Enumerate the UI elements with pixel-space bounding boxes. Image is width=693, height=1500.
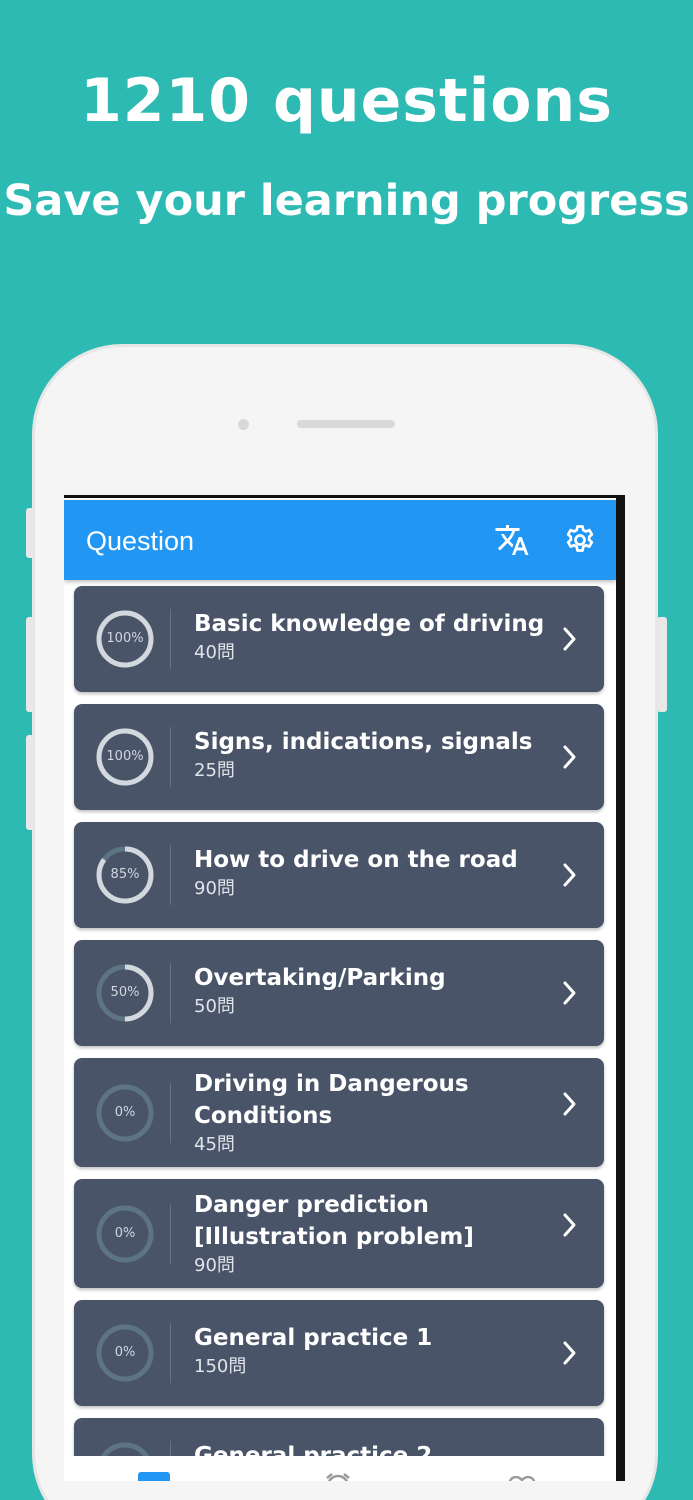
card-divider xyxy=(170,1083,171,1143)
list-icon[interactable] xyxy=(138,1472,170,1481)
progress-label: 100% xyxy=(106,631,144,646)
category-card[interactable]: 85% How to drive on the road 90問 xyxy=(74,822,604,928)
category-card[interactable]: 100% Basic knowledge of driving 40問 xyxy=(74,586,604,692)
progress-label: 0% xyxy=(114,1226,136,1241)
progress-label: 85% xyxy=(110,867,140,882)
gear-icon[interactable] xyxy=(562,522,598,558)
chevron-right-icon xyxy=(563,627,576,651)
bottom-navigation xyxy=(64,1456,616,1481)
chevron-right-icon xyxy=(563,863,576,887)
question-count: 90問 xyxy=(194,878,235,899)
category-title: How to drive on the road xyxy=(194,847,518,873)
promo-subline: Save your learning progress xyxy=(3,176,690,226)
phone-camera xyxy=(238,419,249,430)
app-bar-title: Question xyxy=(86,526,195,556)
category-card[interactable]: 0% Danger prediction [Illustration problem… xyxy=(74,1179,604,1288)
question-count: 50問 xyxy=(194,996,235,1017)
card-divider xyxy=(170,1323,171,1383)
progress-label: 0% xyxy=(114,1345,136,1360)
question-count: 40問 xyxy=(194,642,235,663)
category-card[interactable]: 50% Overtaking/Parking 50問 xyxy=(74,940,604,1046)
category-card[interactable]: 100% Signs, indications, signals 25問 xyxy=(74,704,604,810)
chevron-right-icon xyxy=(563,981,576,1005)
app-screen: Question 100% Basic knowledge of driving 4… xyxy=(64,495,625,1481)
card-divider xyxy=(170,727,171,787)
category-card[interactable]: 0% General practice 1 150問 xyxy=(74,1300,604,1406)
card-divider xyxy=(170,845,171,905)
category-title: [Illustration problem] xyxy=(194,1224,474,1250)
question-count: 90問 xyxy=(194,1255,235,1276)
alarm-icon[interactable] xyxy=(324,1472,352,1481)
phone-power-button xyxy=(657,617,667,712)
phone-speaker xyxy=(297,420,395,428)
promo-headline: 1210 questions xyxy=(80,66,613,136)
category-title: Danger prediction xyxy=(194,1192,429,1218)
question-count: 150問 xyxy=(194,1356,247,1377)
progress-label: 50% xyxy=(110,985,140,1000)
card-divider xyxy=(170,609,171,669)
card-divider xyxy=(170,963,171,1023)
category-title: Driving in Dangerous xyxy=(194,1071,469,1097)
progress-label: 100% xyxy=(106,749,144,764)
category-title: Conditions xyxy=(194,1103,333,1129)
chevron-right-icon xyxy=(563,1213,576,1237)
chevron-right-icon xyxy=(563,745,576,769)
category-title: Signs, indications, signals xyxy=(194,729,533,755)
category-title: Basic knowledge of driving xyxy=(194,611,545,637)
card-divider xyxy=(170,1204,171,1264)
chevron-right-icon xyxy=(563,1341,576,1365)
category-title: Overtaking/Parking xyxy=(194,965,446,991)
question-count: 25問 xyxy=(194,760,235,781)
question-count: 45問 xyxy=(194,1134,235,1155)
heart-icon[interactable] xyxy=(506,1472,538,1481)
chevron-right-icon xyxy=(563,1092,576,1116)
category-title: General practice 1 xyxy=(194,1325,433,1351)
app-bar: Question xyxy=(64,500,616,580)
progress-label: 0% xyxy=(114,1105,136,1120)
category-card[interactable]: 0% Driving in Dangerous Conditions 45問 xyxy=(74,1058,604,1167)
translate-icon[interactable] xyxy=(494,522,530,558)
